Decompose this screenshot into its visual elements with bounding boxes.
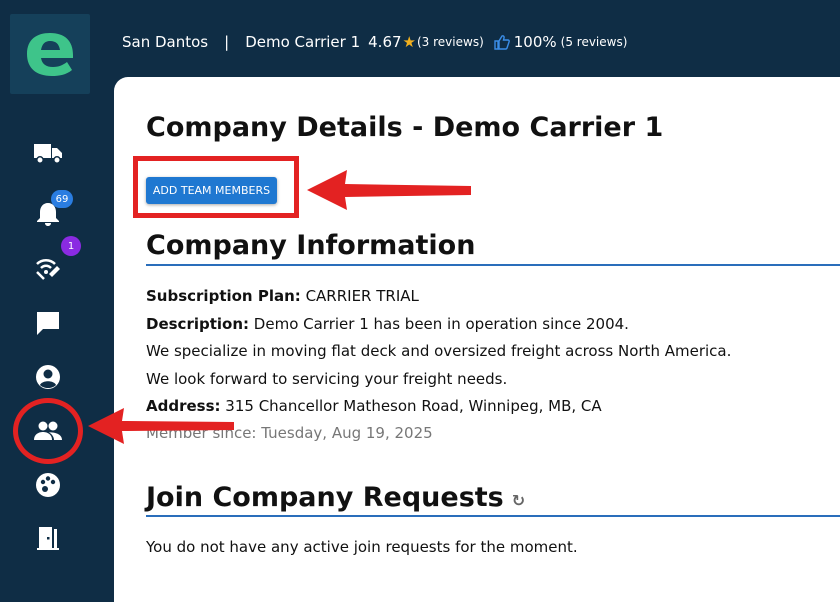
approval-reviews[interactable]: (5 reviews) xyxy=(561,35,628,49)
signal-icon xyxy=(36,259,60,280)
address-value: 315 Chancellor Matheson Road, Winnipeg, … xyxy=(225,397,602,415)
description-label: Description: xyxy=(146,315,250,333)
sidebar: 69 1 xyxy=(0,0,97,602)
truck-icon xyxy=(34,144,62,164)
company-information-heading: Company Information xyxy=(146,230,476,261)
nav-profile[interactable] xyxy=(22,355,74,399)
reviews-count[interactable]: (3 reviews) xyxy=(417,35,484,49)
section-divider xyxy=(146,264,840,266)
notification-count-badge: 69 xyxy=(51,190,73,208)
subscription-plan: Subscription Plan: CARRIER TRIAL xyxy=(146,287,419,305)
red-arrow-icon xyxy=(307,170,471,210)
highlight-rectangle-annotation xyxy=(133,156,299,218)
description-line-3: We look forward to servicing your freigh… xyxy=(146,370,508,388)
subscription-plan-label: Subscription Plan: xyxy=(146,287,301,305)
location-text: San Dantos xyxy=(122,33,209,51)
e-logo-icon xyxy=(27,33,73,76)
thumbs-up-icon xyxy=(494,35,510,50)
description: Description: Demo Carrier 1 has been in … xyxy=(146,315,629,333)
join-requests-heading-text: Join Company Requests xyxy=(146,482,504,513)
section-divider xyxy=(146,515,840,517)
app-logo[interactable] xyxy=(10,14,90,94)
nav-loads[interactable] xyxy=(22,131,74,175)
subscription-plan-value: CARRIER TRIAL xyxy=(305,287,419,305)
top-bar: San Dantos | Demo Carrier 1 4.67 ★ (3 re… xyxy=(122,30,627,54)
description-line-2: We specialize in moving flat deck and ov… xyxy=(146,342,732,360)
star-icon: ★ xyxy=(402,33,416,51)
approval-percent: 100% xyxy=(513,33,557,51)
rating-value: 4.67 xyxy=(368,33,402,51)
red-arrow-icon xyxy=(88,408,234,444)
join-requests-heading: Join Company Requests ↻ xyxy=(146,482,525,513)
nav-logout[interactable] xyxy=(22,516,74,560)
refresh-icon[interactable]: ↻ xyxy=(512,491,525,510)
join-requests-empty-text: You do not have any active join requests… xyxy=(146,538,578,556)
account-icon xyxy=(36,365,60,389)
tracking-count-badge: 1 xyxy=(61,236,81,256)
nav-appearance[interactable] xyxy=(22,463,74,507)
palette-icon xyxy=(36,473,60,497)
chat-icon xyxy=(37,312,59,335)
nav-messages[interactable] xyxy=(22,301,74,345)
highlight-circle-annotation xyxy=(13,398,83,464)
company-name[interactable]: Demo Carrier 1 xyxy=(245,33,360,51)
exit-door-icon xyxy=(37,527,59,550)
description-line-1: Demo Carrier 1 has been in operation sin… xyxy=(253,315,629,333)
page-title: Company Details - Demo Carrier 1 xyxy=(146,112,664,143)
separator: | xyxy=(224,33,230,51)
